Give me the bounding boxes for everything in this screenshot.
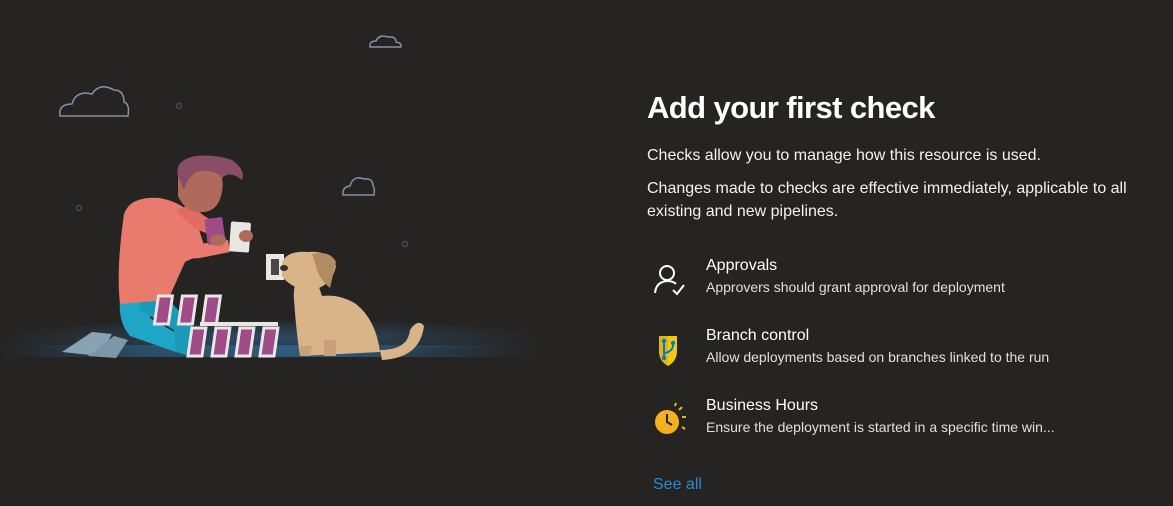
branch-shield-icon: [659, 336, 677, 366]
cloud-icon: [342, 177, 376, 196]
check-item-approvals[interactable]: Approvals Approvers should grant approva…: [647, 255, 1173, 325]
cloud-icon: [59, 86, 130, 117]
page-title: Add your first check: [647, 90, 935, 125]
cloud-icon: [369, 35, 402, 48]
approval-person-icon: [654, 265, 685, 296]
check-item-business-hours[interactable]: Business Hours Ensure the deployment is …: [647, 395, 1173, 465]
check-name: Business Hours: [706, 397, 819, 414]
checks-panel: Add your first check Checks allow you to…: [647, 88, 1173, 493]
clock-sun-icon: [655, 402, 686, 434]
checks-list: Approvals Approvers should grant approva…: [647, 255, 1173, 465]
house-of-cards-illustration: [0, 35, 540, 360]
check-description: Ensure the deployment is started in a sp…: [706, 419, 1055, 435]
description-text: Changes made to checks are effective imm…: [647, 180, 1127, 220]
check-name: Approvals: [706, 257, 778, 274]
see-all-link[interactable]: See all: [653, 476, 702, 494]
description-text: Checks allow you to manage how this reso…: [647, 147, 1041, 164]
check-description: Approvers should grant approval for depl…: [706, 279, 1005, 295]
check-description: Allow deployments based on branches link…: [706, 349, 1050, 365]
empty-checks-page: Add your first check Checks allow you to…: [0, 0, 1173, 506]
check-name: Branch control: [706, 327, 810, 344]
check-item-branch-control[interactable]: Branch control Allow deployments based o…: [647, 325, 1173, 395]
